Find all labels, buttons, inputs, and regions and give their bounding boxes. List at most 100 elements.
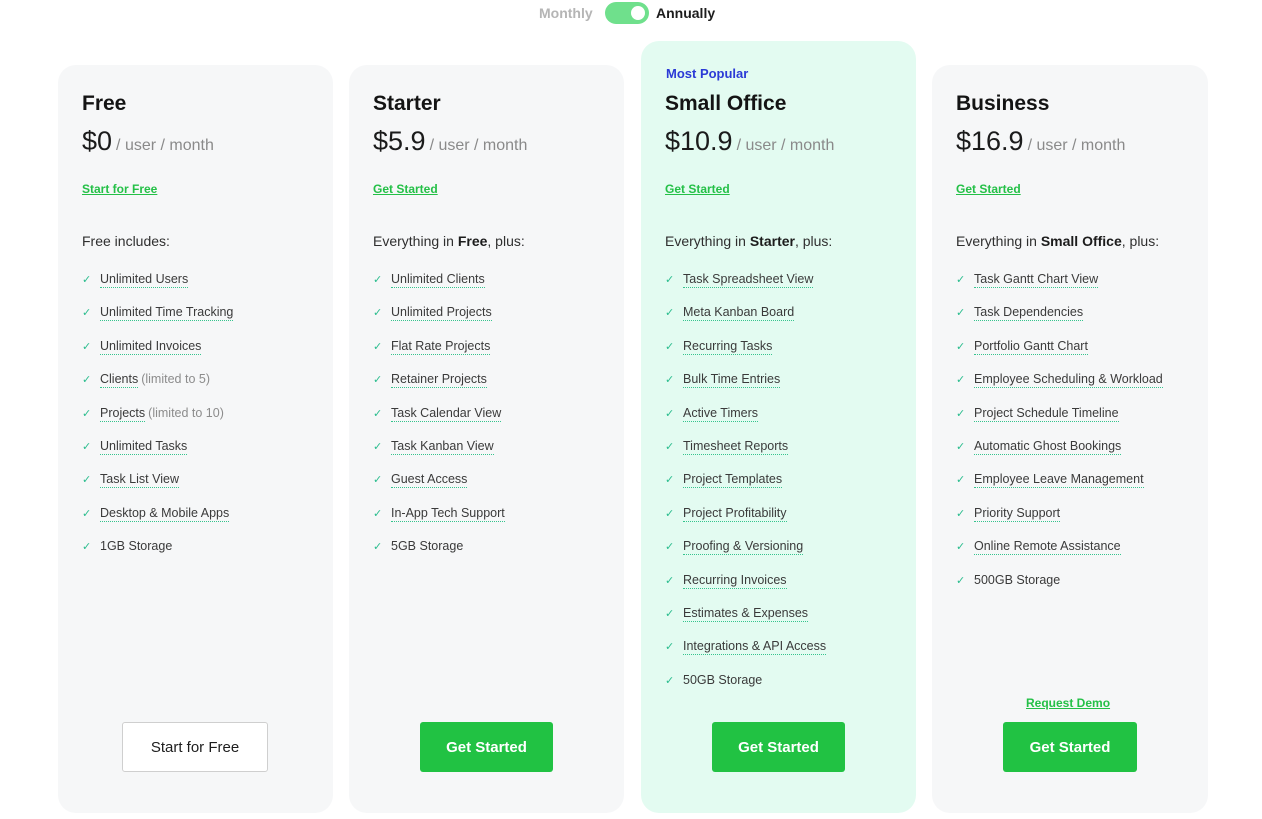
feature-label[interactable]: Task Kanban View	[391, 438, 494, 455]
monthly-label[interactable]: Monthly	[539, 5, 593, 21]
feature-label[interactable]: Recurring Tasks	[683, 338, 773, 355]
includes-bold: Small Office	[1040, 233, 1122, 249]
includes-bold: Starter	[749, 233, 795, 249]
feature-label[interactable]: Unlimited Users	[100, 272, 189, 288]
feature-label[interactable]: Unlimited Clients	[391, 272, 485, 288]
price-amount: $0	[82, 126, 113, 156]
get-started-button[interactable]: Get Started	[1003, 722, 1137, 772]
feature-list: ✓ Task Spreadsheet View ✓ Meta Kanban Board…	[665, 272, 827, 706]
plan-name: Small Office	[665, 92, 787, 115]
most-popular-badge: Most Popular	[666, 66, 749, 81]
price-unit: / user / month	[116, 137, 214, 154]
feature-label[interactable]: Estimates & Expenses	[683, 605, 809, 622]
feature-label[interactable]: 50GB Storage	[683, 673, 762, 688]
get-started-link[interactable]: Get Started	[373, 182, 438, 196]
feature-item: ✓ Unlimited Invoices	[82, 338, 233, 372]
feature-label[interactable]: Automatic Ghost Bookings	[974, 438, 1122, 455]
price-unit: / user / month	[429, 137, 528, 154]
feature-item: ✓ Project Templates	[665, 472, 826, 505]
check-icon: ✓	[956, 340, 966, 353]
feature-item: ✓ Estimates & Expenses	[665, 605, 826, 639]
feature-label[interactable]: Proofing & Versioning	[683, 539, 804, 556]
check-icon: ✓	[665, 340, 675, 353]
get-started-link[interactable]: Get Started	[956, 182, 1021, 196]
feature-item: ✓ Proofing & Versioning	[665, 539, 826, 572]
feature-label[interactable]: Task Gantt Chart View	[974, 272, 1099, 288]
includes-heading: Everything in Small Office, plus:	[956, 233, 1159, 249]
feature-label[interactable]: Unlimited Invoices	[100, 338, 202, 355]
feature-label[interactable]: 1GB Storage	[100, 539, 172, 554]
feature-label[interactable]: Project Profitability	[683, 505, 787, 522]
feature-label[interactable]: Unlimited Time Tracking	[100, 305, 234, 322]
feature-label[interactable]: Clients	[100, 372, 139, 389]
check-icon: ✓	[956, 541, 966, 554]
feature-item: ✓ Employee Leave Management	[956, 472, 1163, 505]
feature-label[interactable]: Meta Kanban Board	[683, 305, 795, 322]
feature-item: ✓ Project Profitability	[665, 505, 826, 539]
check-icon: ✓	[373, 541, 383, 554]
feature-item: ✓ 50GB Storage	[665, 673, 826, 706]
feature-label[interactable]: Project Schedule Timeline	[974, 405, 1119, 422]
feature-item: ✓ 1GB Storage	[82, 539, 233, 572]
feature-label[interactable]: Flat Rate Projects	[391, 338, 491, 355]
feature-label[interactable]: Task Spreadsheet View	[683, 272, 814, 288]
includes-suffix: , plus:	[487, 233, 525, 249]
check-icon: ✓	[956, 374, 966, 387]
check-icon: ✓	[665, 307, 675, 320]
feature-label[interactable]: Priority Support	[974, 505, 1061, 522]
feature-label[interactable]: Recurring Invoices	[683, 572, 787, 589]
annually-label[interactable]: Annually	[656, 5, 715, 21]
get-started-button[interactable]: Get Started	[420, 722, 553, 772]
check-icon: ✓	[956, 574, 966, 587]
feature-item: ✓ Projects (limited to 10)	[82, 405, 233, 439]
feature-item: ✓ Desktop & Mobile Apps	[82, 505, 233, 539]
start-for-free-button[interactable]: Start for Free	[122, 722, 268, 772]
feature-label[interactable]: Integrations & API Access	[683, 639, 827, 656]
feature-label[interactable]: Unlimited Tasks	[100, 438, 188, 455]
start-for-free-link[interactable]: Start for Free	[82, 182, 157, 196]
price-amount: $5.9	[373, 126, 426, 156]
get-started-button[interactable]: Get Started	[712, 722, 845, 772]
includes-heading: Free includes:	[82, 233, 170, 249]
feature-item: ✓ Task Gantt Chart View	[956, 272, 1163, 305]
feature-label[interactable]: Online Remote Assistance	[974, 539, 1121, 556]
feature-item: ✓ Unlimited Projects	[373, 305, 505, 338]
plan-price: $10.9/ user / month	[665, 126, 834, 157]
check-icon: ✓	[956, 440, 966, 453]
feature-label[interactable]: Task Calendar View	[391, 405, 502, 422]
check-icon: ✓	[665, 407, 675, 420]
feature-label[interactable]: Retainer Projects	[391, 372, 487, 389]
feature-item: ✓ Unlimited Users	[82, 272, 233, 305]
feature-label[interactable]: Timesheet Reports	[683, 438, 789, 455]
feature-label[interactable]: In-App Tech Support	[391, 505, 505, 522]
request-demo-link[interactable]: Request Demo	[1026, 696, 1110, 710]
get-started-link[interactable]: Get Started	[665, 182, 730, 196]
feature-item: ✓ Meta Kanban Board	[665, 305, 826, 338]
feature-label[interactable]: Employee Scheduling & Workload	[974, 372, 1163, 389]
feature-label[interactable]: Active Timers	[683, 405, 759, 422]
feature-item: ✓ Recurring Tasks	[665, 338, 826, 372]
feature-label[interactable]: Task Dependencies	[974, 305, 1084, 322]
feature-item: ✓ 500GB Storage	[956, 573, 1163, 606]
check-icon: ✓	[956, 507, 966, 520]
check-icon: ✓	[665, 574, 675, 587]
feature-label[interactable]: Desktop & Mobile Apps	[100, 505, 230, 522]
feature-label[interactable]: Employee Leave Management	[974, 472, 1144, 489]
feature-label[interactable]: Task List View	[100, 472, 179, 489]
feature-list: ✓ Unlimited Users ✓ Unlimited Time Tracking…	[82, 272, 234, 573]
price-unit: / user / month	[1027, 137, 1126, 154]
feature-label[interactable]: Project Templates	[683, 472, 783, 489]
feature-label[interactable]: 5GB Storage	[391, 539, 463, 554]
feature-label[interactable]: Guest Access	[391, 472, 468, 489]
check-icon: ✓	[665, 374, 675, 387]
feature-label[interactable]: Unlimited Projects	[391, 305, 492, 322]
feature-label[interactable]: 500GB Storage	[974, 573, 1060, 588]
feature-item: ✓ Unlimited Tasks	[82, 438, 233, 472]
feature-label[interactable]: Portfolio Gantt Chart	[974, 338, 1088, 355]
feature-label[interactable]: Projects	[100, 405, 146, 422]
feature-item: ✓ Task Spreadsheet View	[665, 272, 826, 305]
billing-period-switch[interactable]	[605, 2, 649, 24]
feature-label[interactable]: Bulk Time Entries	[683, 372, 781, 389]
check-icon: ✓	[665, 674, 675, 687]
check-icon: ✓	[956, 407, 966, 420]
